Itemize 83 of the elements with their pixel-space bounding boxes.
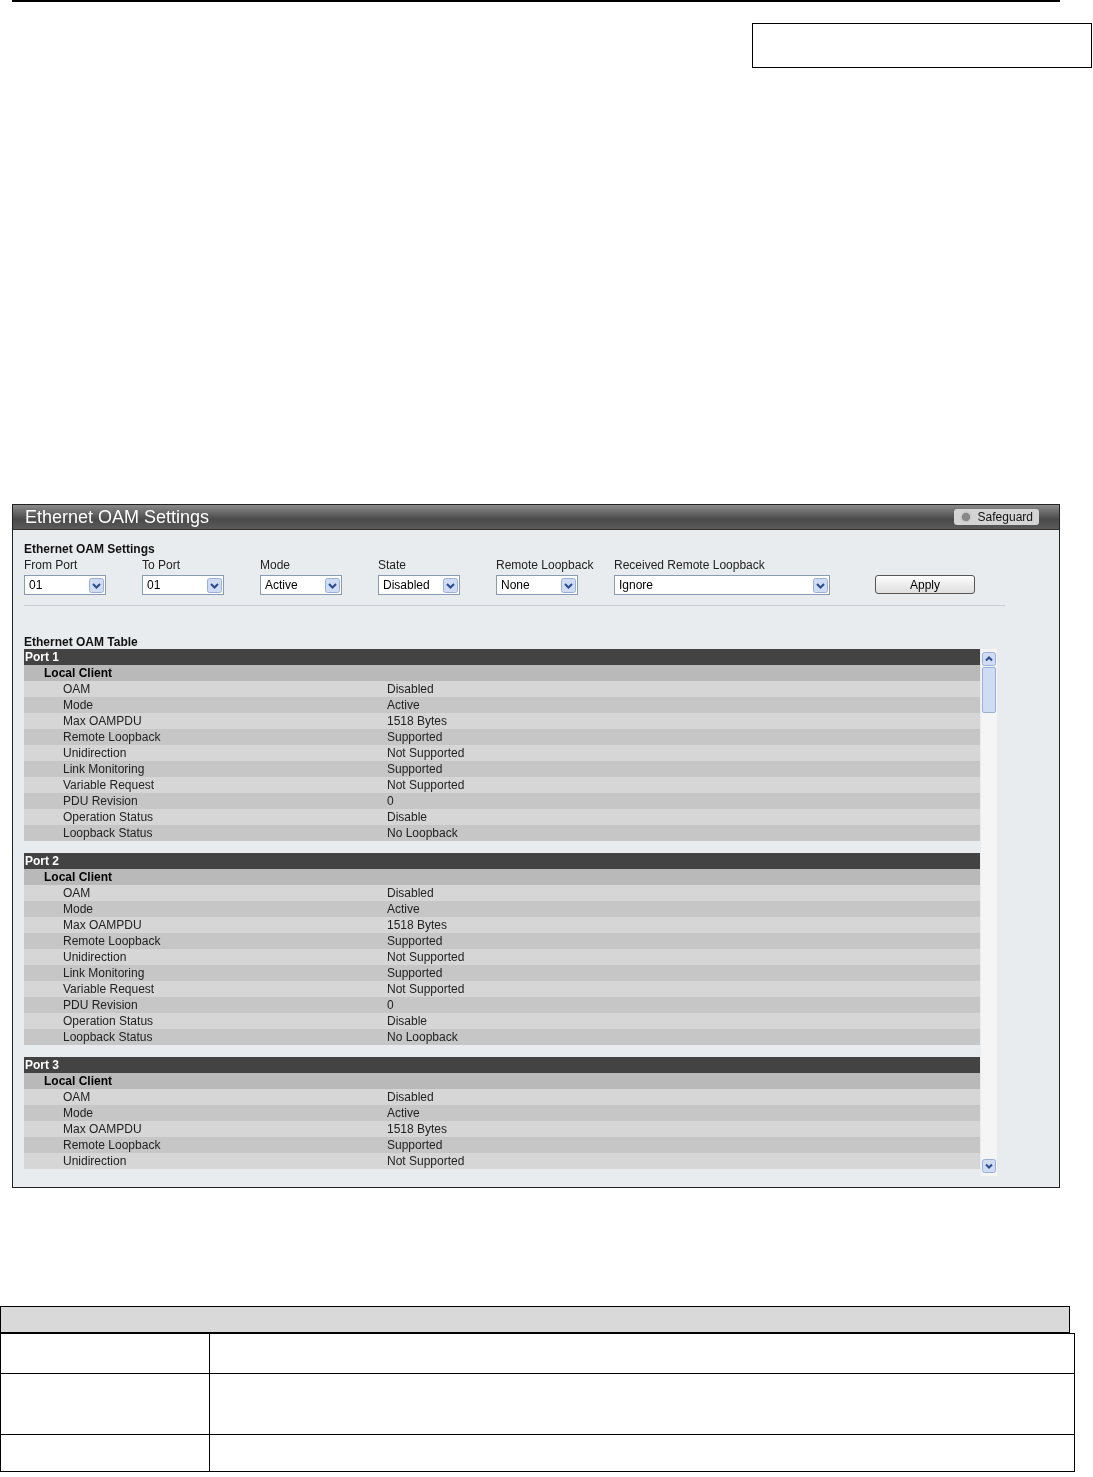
field-label: Mode [260,558,292,572]
table-cell-text: PDU Revision [62,794,139,808]
dropdown-caret-icon [561,577,576,593]
table-title: Ethernet OAM Table [24,635,139,649]
dropdown-caret-icon [325,577,340,593]
port-header: Port 2 [24,853,980,869]
table-cell: Active [387,1106,420,1120]
dropdown[interactable]: Disabled [378,575,460,595]
table-cell-text: Mode [62,1106,95,1120]
panel-title: Ethernet OAM Settings [25,506,210,528]
dropdown[interactable]: None [496,575,578,595]
table-cell-text: Mode [62,698,95,712]
safeguard-label: Safeguard [977,510,1033,524]
table-cell: Not Supported [387,778,465,792]
dropdown-caret-icon [207,577,222,593]
table-cell: Supported [387,1138,443,1152]
table-cell: Active [387,698,420,712]
table-cell: Not Supported [387,950,465,964]
field-label: Remote Loopback [496,558,595,572]
scrollbar[interactable] [981,649,997,1176]
table-cell: Disabled [387,682,434,696]
group-header: Local Client [24,1073,980,1089]
table-cell-text: PDU Revision [62,998,139,1012]
table-cell: Disabled [387,886,434,900]
table-cell: 0 [387,794,394,808]
table-cell-text: Remote Loopback [62,934,162,948]
field-label: Received Remote Loopback [614,558,766,572]
table-cell-text: Loopback Status [62,1030,154,1044]
table-cell-text: Max OAMPDU [62,918,143,932]
field-label: From Port [24,558,79,572]
table-cell: 1518 Bytes [387,918,448,932]
table-cell: Disable [387,1014,428,1028]
table-cell-text: Unidirection [62,1154,128,1168]
scroll-down-icon[interactable] [982,1159,996,1173]
table-cell: Supported [387,730,443,744]
field-label: To Port [142,558,181,572]
table-cell-text: Variable Request [62,982,156,996]
table-cell: Active [387,902,420,916]
dropdown[interactable]: 01 [142,575,224,595]
table-cell-text: Remote Loopback [62,730,162,744]
dropdown-caret-icon [443,577,458,593]
table-cell-text: Link Monitoring [62,762,146,776]
apply-button[interactable]: Apply [875,575,975,594]
table-cell: Supported [387,934,443,948]
table-cell: 0 [387,998,394,1012]
table-cell: Not Supported [387,982,465,996]
table-cell: Supported [387,762,443,776]
section-title: Ethernet OAM Settings [24,542,156,556]
dropdown[interactable]: Active [260,575,342,595]
table-cell-text: Variable Request [62,778,156,792]
table-cell: Supported [387,966,443,980]
field-label: State [378,558,408,572]
port-header: Port 3 [24,1057,980,1073]
table-cell-text: Link Monitoring [62,966,146,980]
dropdown-caret-icon [813,577,828,593]
table-cell-text: OAM [62,1090,92,1104]
table-cell-text: Max OAMPDU [62,714,143,728]
table-cell: Not Supported [387,746,465,760]
table-cell: Not Supported [387,1154,465,1168]
group-header: Local Client [24,665,980,681]
table-cell: No Loopback [387,1030,458,1044]
table-cell: No Loopback [387,826,458,840]
scroll-up-icon[interactable] [982,652,996,666]
port-header: Port 1 [24,649,980,665]
table-cell-text: Mode [62,902,95,916]
table-cell-text: Operation Status [62,1014,155,1028]
group-header: Local Client [24,869,980,885]
table-cell-text: Max OAMPDU [62,1122,143,1136]
scroll-thumb[interactable] [982,667,996,713]
table-cell-text: Operation Status [62,810,155,824]
table-cell: Disable [387,810,428,824]
table-cell-text: Remote Loopback [62,1138,162,1152]
table-cell: Disabled [387,1090,434,1104]
table-cell-text: Unidirection [62,746,128,760]
table-cell-text: OAM [62,886,92,900]
table-cell: 1518 Bytes [387,1122,448,1136]
table-cell-text: Unidirection [62,950,128,964]
dropdown[interactable]: 01 [24,575,106,595]
dropdown-caret-icon [89,577,104,593]
table-cell-text: OAM [62,682,92,696]
table-cell: 1518 Bytes [387,714,448,728]
table-cell-text: Loopback Status [62,826,154,840]
dropdown[interactable]: Ignore [614,575,830,595]
